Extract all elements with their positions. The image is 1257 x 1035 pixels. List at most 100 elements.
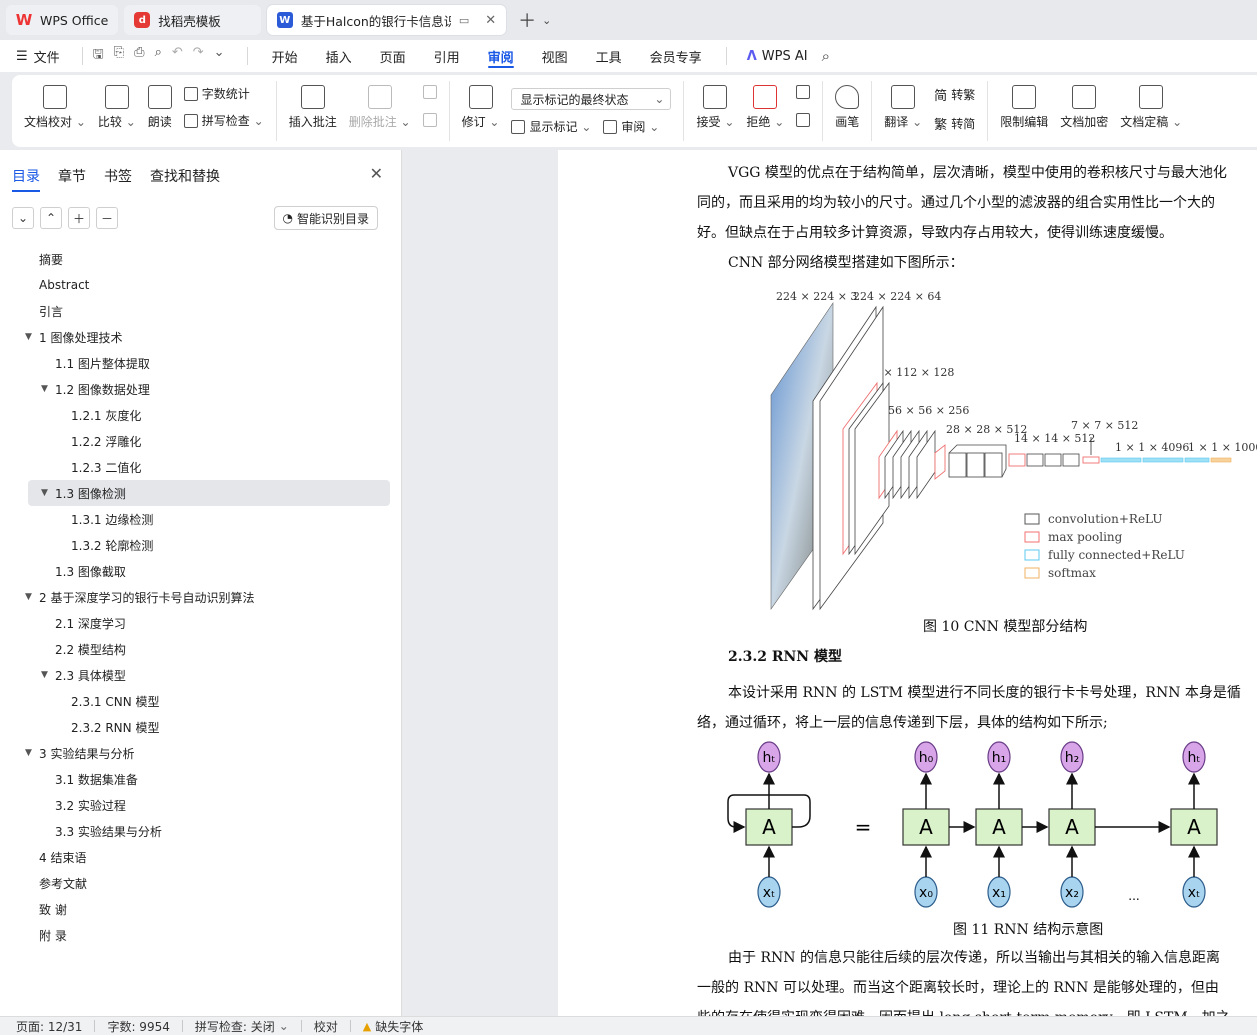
toc-item[interactable]: 1.3.2 轮廓检测 — [0, 532, 402, 558]
toc-tab-find-replace[interactable]: 查找和替换 — [150, 166, 220, 186]
toc-item[interactable]: 摘要 — [0, 246, 402, 272]
more-chevron-icon[interactable]: ⌄ — [214, 45, 225, 67]
show-markup-button[interactable]: 显示标记 — [511, 118, 591, 135]
toc-item[interactable]: 3.3 实验结果与分析 — [0, 818, 402, 844]
add-heading-icon[interactable]: ＋ — [68, 207, 90, 229]
page-indicator[interactable]: 页面: 12/31 — [16, 1018, 94, 1035]
toc-item[interactable]: 2.1 深度学习 — [0, 610, 402, 636]
expand-arrow-icon[interactable]: ▼ — [41, 488, 48, 498]
wps-ai-button[interactable]: ᐱ WPS AI — [737, 49, 818, 64]
word-count-indicator[interactable]: 字数: 9954 — [107, 1018, 181, 1035]
menu-insert[interactable]: 插入 — [312, 40, 366, 72]
doc-check-button[interactable]: 文档校对 — [18, 81, 92, 130]
toc-item[interactable]: 引言 — [0, 298, 402, 324]
expand-arrow-icon[interactable]: ▼ — [25, 332, 32, 342]
menu-tools[interactable]: 工具 — [582, 40, 636, 72]
spell-check-indicator[interactable]: 拼写检查: 关闭 — [195, 1018, 301, 1035]
previous-comment-icon[interactable] — [422, 85, 437, 99]
menu-review[interactable]: 审阅 — [474, 40, 528, 72]
toc-item[interactable]: 1.2.2 浮雕化 — [0, 428, 402, 454]
undo-icon[interactable]: ↶ — [172, 45, 183, 67]
insert-comment-button[interactable]: 插入批注 — [283, 81, 343, 130]
menu-view[interactable]: 视图 — [528, 40, 582, 72]
toc-item[interactable]: ▼ 2.3 具体模型 — [0, 662, 402, 688]
redo-icon[interactable]: ↷ — [193, 45, 204, 67]
menu-start[interactable]: 开始 — [258, 40, 312, 72]
new-tab-icon[interactable]: ＋ — [518, 7, 536, 33]
expand-arrow-icon[interactable]: ▼ — [25, 592, 32, 602]
toc-item[interactable]: 1.2.1 灰度化 — [0, 402, 402, 428]
review-pane-button[interactable]: 审阅 — [603, 118, 659, 135]
read-aloud-button[interactable]: 朗读 — [142, 81, 178, 130]
toc-item[interactable]: 1.1 图片整体提取 — [0, 350, 402, 376]
to-traditional-button[interactable]: 简 转繁 — [934, 85, 975, 104]
spell-check-button[interactable]: 拼写检查 — [183, 112, 264, 129]
expand-arrow-icon[interactable]: ▼ — [25, 748, 32, 758]
pen-button[interactable]: 画笔 — [829, 81, 865, 130]
compare-button[interactable]: 比较 — [92, 81, 142, 130]
tab-wps-office[interactable]: W WPS Office — [6, 5, 119, 35]
collapse-down-icon[interactable]: ⌄ — [12, 207, 34, 229]
markup-state-select[interactable]: 显示标记的最终状态 ⌄ — [511, 88, 672, 110]
toc-tab-contents[interactable]: 目录 — [12, 166, 40, 192]
toc-item[interactable]: 1.2.3 二值化 — [0, 454, 402, 480]
toc-tab-bookmarks[interactable]: 书签 — [104, 166, 132, 186]
missing-font-indicator[interactable]: ▲ 缺失字体 — [363, 1018, 435, 1035]
collapse-up-icon[interactable]: ⌃ — [40, 207, 62, 229]
export-icon[interactable]: ⎘ — [114, 45, 124, 67]
cell-label: A — [1065, 815, 1079, 839]
toc-item[interactable]: 3.2 实验过程 — [0, 792, 402, 818]
restrict-edit-button[interactable]: 限制编辑 — [994, 81, 1054, 130]
monitor-icon[interactable]: ▭ — [459, 14, 469, 27]
menu-page[interactable]: 页面 — [366, 40, 420, 72]
tab-current-document[interactable]: W 基于Halcon的银行卡信息识别 ▭ ✕ — [266, 5, 507, 35]
toc-item[interactable]: 2.3.2 RNN 模型 — [0, 714, 402, 740]
toc-item[interactable]: ▼ 2 基于深度学习的银行卡号自动识别算法 — [0, 584, 402, 610]
toc-item[interactable]: ▼ 1 图像处理技术 — [0, 324, 402, 350]
reject-button[interactable]: 拒绝 — [740, 81, 790, 130]
previous-revision-icon[interactable] — [796, 85, 811, 99]
accept-button[interactable]: 接受 — [690, 81, 740, 130]
next-revision-icon[interactable] — [796, 113, 811, 127]
toc-item[interactable]: 1.3 图像截取 — [0, 558, 402, 584]
toc-item[interactable]: 参考文献 — [0, 870, 402, 896]
proof-indicator[interactable]: 校对 — [314, 1018, 350, 1035]
toc-item[interactable]: ▼ 3 实验结果与分析 — [0, 740, 402, 766]
print-preview-icon[interactable]: ⌕ — [155, 45, 162, 67]
expand-arrow-icon[interactable]: ▼ — [41, 384, 48, 394]
finalize-button[interactable]: 文档定稿 — [1114, 81, 1188, 130]
toc-item[interactable]: 附 录 — [0, 922, 402, 948]
next-comment-icon[interactable] — [422, 113, 437, 127]
delete-comment-button[interactable]: 删除批注 — [343, 81, 417, 130]
file-menu[interactable]: ☰ 文件 — [16, 47, 60, 66]
print-icon[interactable]: ⎙ — [134, 45, 144, 67]
smart-toc-button[interactable]: ◔ 智能识别目录 — [273, 206, 378, 230]
to-simplified-button[interactable]: 繁 转简 — [934, 114, 975, 133]
tab-docer-templates[interactable]: d 找稻壳模板 — [124, 5, 261, 35]
translate-button[interactable]: 翻译 — [878, 81, 928, 130]
toc-item[interactable]: ▼ 1.2 图像数据处理 — [0, 376, 402, 402]
save-icon[interactable]: 🖫 — [93, 45, 104, 67]
remove-heading-icon[interactable]: － — [96, 207, 118, 229]
toc-item[interactable]: 2.3.1 CNN 模型 — [0, 688, 402, 714]
chevron-down-icon[interactable]: ⌄ — [542, 14, 551, 27]
toc-item[interactable]: 2.2 模型结构 — [0, 636, 402, 662]
toc-item[interactable]: 1.3.1 边缘检测 — [0, 506, 402, 532]
toc-item[interactable]: ▼ 1.3 图像检测 — [28, 480, 390, 506]
toc-item[interactable]: 4 结束语 — [0, 844, 402, 870]
revise-button[interactable]: 修订 — [456, 81, 506, 130]
menu-membership[interactable]: 会员专享 — [636, 40, 716, 72]
encrypt-button[interactable]: 文档加密 — [1054, 81, 1114, 130]
close-tab-icon[interactable]: ✕ — [485, 13, 496, 28]
toc-item[interactable]: Abstract — [0, 272, 402, 298]
close-icon[interactable]: ✕ — [370, 164, 383, 183]
reject-icon — [753, 85, 778, 109]
toc-item[interactable]: 致 谢 — [0, 896, 402, 922]
toc-item[interactable]: 3.1 数据集准备 — [0, 766, 402, 792]
search-icon[interactable]: ⌕ — [822, 47, 830, 65]
toc-tab-sections[interactable]: 章节 — [58, 166, 86, 186]
document-page[interactable]: VGG 模型的优点在于结构简单，层次清晰，模型中使用的卷积核尺寸与最大池化 同的… — [558, 150, 1257, 1016]
word-count-button[interactable]: 字数统计 — [183, 85, 264, 102]
expand-arrow-icon[interactable]: ▼ — [41, 670, 48, 680]
menu-reference[interactable]: 引用 — [420, 40, 474, 72]
